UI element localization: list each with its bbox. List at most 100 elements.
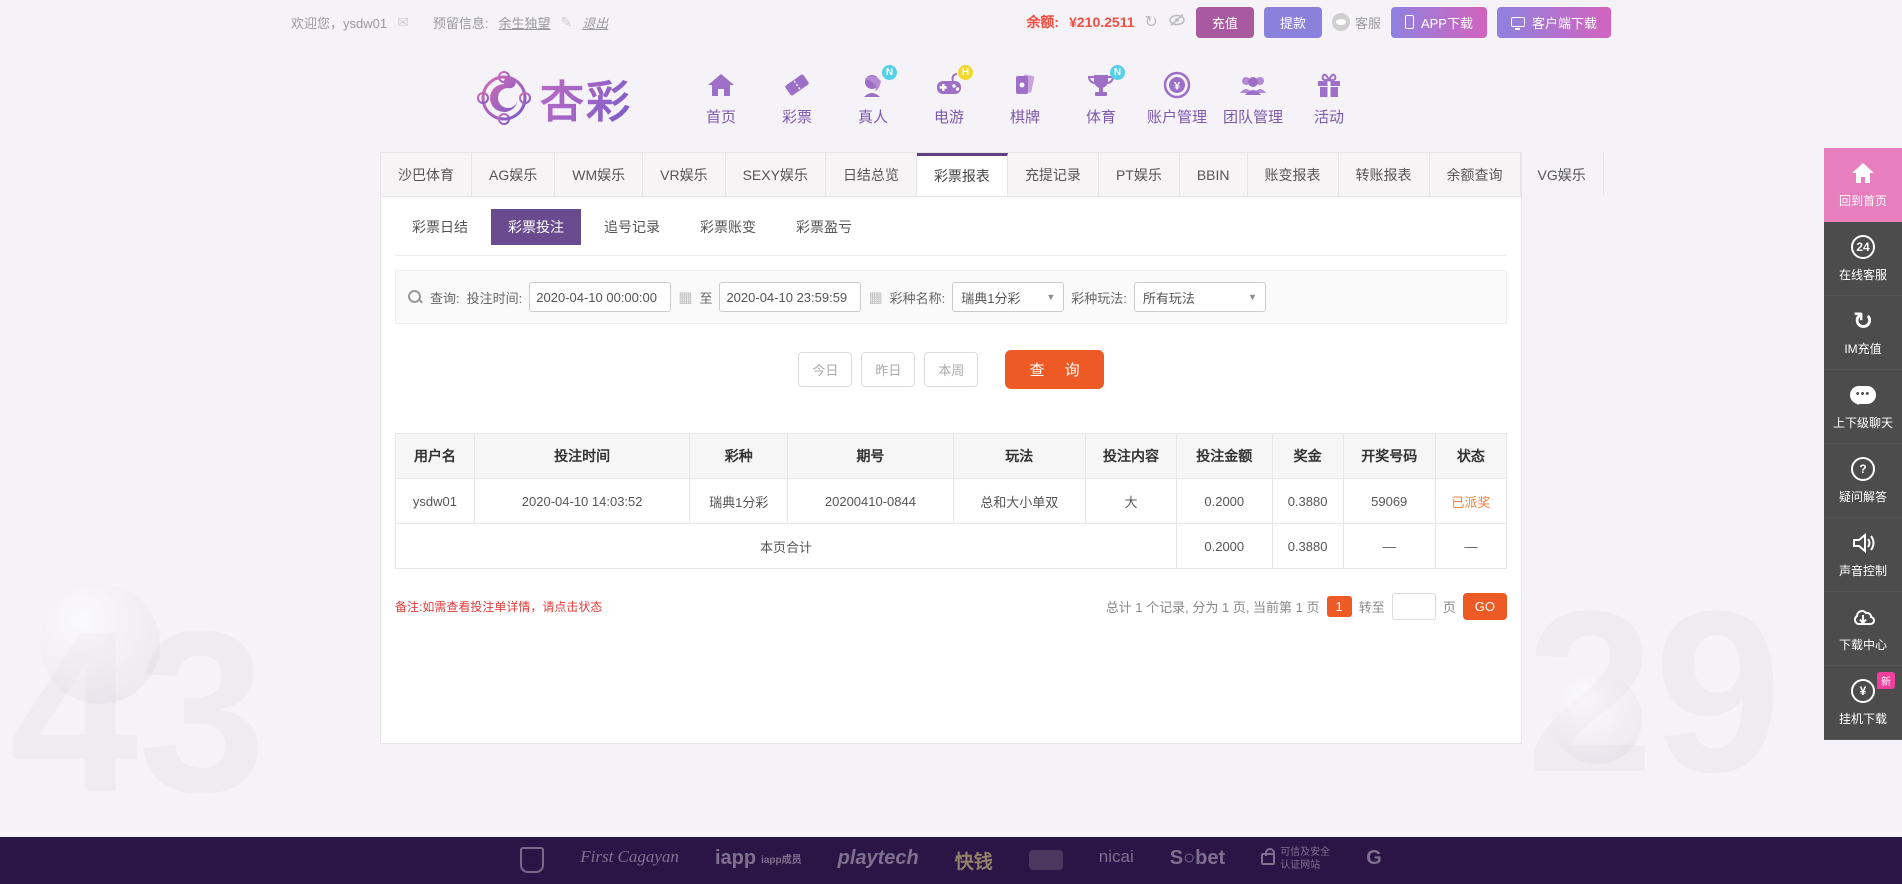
total-bet-amount: 0.2000 xyxy=(1176,523,1273,569)
lottery-select[interactable]: 瑞典1分彩 ▼ xyxy=(952,282,1065,312)
logo-flower-icon xyxy=(477,71,531,125)
tab-vg[interactable]: VG娱乐 xyxy=(1521,153,1604,196)
nav-item-cards[interactable]: 棋牌 xyxy=(994,69,1056,127)
iapp-text: iapp xyxy=(714,847,757,869)
right-sidebar: 回到首页 24 在线客服 ↻ IM充值 ••• 上下级聊天 ? 疑问解答 声音控… xyxy=(1824,148,1902,740)
iapp-member-text: iapp成员 xyxy=(761,855,802,866)
subtab-chase-records[interactable]: 追号记录 xyxy=(587,209,677,245)
gift-icon xyxy=(1313,69,1345,101)
tab-transfer-report[interactable]: 转账报表 xyxy=(1339,153,1430,196)
badge-n: N xyxy=(1110,65,1125,80)
sync-icon: ↻ xyxy=(1852,307,1874,335)
tab-shaba-sports[interactable]: 沙巴体育 xyxy=(381,153,472,196)
go-button[interactable]: GO xyxy=(1462,593,1507,620)
site-logo[interactable]: 杏彩 xyxy=(476,66,632,130)
nav-item-sports[interactable]: N 体育 xyxy=(1070,65,1132,127)
tab-sexy[interactable]: SEXY娱乐 xyxy=(726,153,826,196)
subtab-lottery-account-change[interactable]: 彩票账变 xyxy=(683,209,773,245)
sidebar-item-chat[interactable]: ••• 上下级聊天 xyxy=(1824,370,1902,444)
deposit-button[interactable]: 充值 xyxy=(1195,6,1254,38)
sidebar-item-faq[interactable]: ? 疑问解答 xyxy=(1824,444,1902,518)
cell-prize: 0.3880 xyxy=(1271,478,1344,524)
nav-item-lottery[interactable]: 彩票 xyxy=(766,69,828,127)
cell-bet-time: 2020-04-10 14:03:52 xyxy=(473,478,691,524)
headset-24-icon: 24 xyxy=(1851,234,1875,260)
withdraw-button[interactable]: 提款 xyxy=(1263,6,1322,38)
tab-vr[interactable]: VR娱乐 xyxy=(643,153,726,196)
sidebar-item-afk-download[interactable]: 新 ¥ 挂机下载 xyxy=(1824,666,1902,740)
tab-deposit-withdraw-records[interactable]: 充提记录 xyxy=(1008,153,1099,196)
edit-icon[interactable]: ✎ xyxy=(560,14,572,31)
decor-ball xyxy=(40,584,160,704)
subtab-lottery-bets[interactable]: 彩票投注 xyxy=(491,209,581,245)
cell-bet-amount: 0.2000 xyxy=(1176,478,1273,524)
calendar-icon[interactable]: ▦ xyxy=(678,288,692,306)
team-icon xyxy=(1237,69,1269,101)
reserved-value[interactable]: 余生独望 xyxy=(498,13,550,32)
client-download-button[interactable]: 客户端下载 xyxy=(1496,6,1611,38)
table-header-row: 用户名 投注时间 彩种 期号 玩法 投注内容 投注金额 奖金 开奖号码 状态 xyxy=(395,433,1508,479)
coin-icon: ¥ xyxy=(1161,69,1193,101)
nav-label: 团队管理 xyxy=(1222,109,1283,126)
time-to-input[interactable] xyxy=(719,282,862,312)
col-status: 状态 xyxy=(1434,433,1508,479)
calendar-icon[interactable]: ▦ xyxy=(868,288,882,306)
this-week-button[interactable]: 本周 xyxy=(924,352,979,387)
nav-item-home[interactable]: 首页 xyxy=(690,69,752,127)
today-button[interactable]: 今日 xyxy=(798,352,853,387)
ticket-icon xyxy=(781,69,813,101)
lottery-name-label: 彩种名称: xyxy=(889,290,946,306)
logout-link[interactable]: 退出 xyxy=(582,13,608,32)
cloud-download-icon xyxy=(1850,604,1876,630)
nav-label: 首页 xyxy=(705,109,736,126)
nav-label: 棋牌 xyxy=(1009,109,1040,126)
mail-icon[interactable]: ✉ xyxy=(397,14,409,31)
sidebar-item-online-service[interactable]: 24 在线客服 xyxy=(1824,222,1902,296)
gamepad-icon: H xyxy=(933,65,973,101)
trophy-icon: N xyxy=(1085,65,1125,101)
col-prize: 奖金 xyxy=(1271,433,1344,479)
time-from-input[interactable] xyxy=(529,282,672,312)
tab-balance-query[interactable]: 余额查询 xyxy=(1430,153,1521,196)
tab-lottery-report[interactable]: 彩票报表 xyxy=(916,153,1008,196)
search-button[interactable]: 查 询 xyxy=(1005,350,1104,389)
page-1-button[interactable]: 1 xyxy=(1326,596,1352,617)
secure-line2: 认证网站 xyxy=(1280,859,1321,871)
service-icon xyxy=(1331,13,1350,31)
cell-draw-number: 59069 xyxy=(1342,478,1436,524)
nav-label: 体育 xyxy=(1085,109,1116,126)
subtab-lottery-profit-loss[interactable]: 彩票盈亏 xyxy=(779,209,869,245)
nav-label: 活动 xyxy=(1313,109,1344,126)
tab-ag[interactable]: AG娱乐 xyxy=(472,153,556,196)
play-type-select[interactable]: 所有玩法 ▼ xyxy=(1133,282,1266,312)
subtab-lottery-daily[interactable]: 彩票日结 xyxy=(395,209,485,245)
nav-item-promotions[interactable]: 活动 xyxy=(1298,69,1360,127)
main-nav: 首页 彩票 N 真人 H 电游 棋牌 N 体育 ¥ 账户管理 团队管理 活动 xyxy=(690,65,1360,127)
refresh-balance-icon[interactable]: ↻ xyxy=(1145,12,1158,32)
sidebar-item-back-home[interactable]: 回到首页 xyxy=(1824,148,1902,222)
col-bet-content: 投注内容 xyxy=(1084,433,1178,479)
sidebar-item-sound[interactable]: 声音控制 xyxy=(1824,518,1902,592)
tab-daily-summary[interactable]: 日结总览 xyxy=(826,153,917,196)
search-icon xyxy=(408,289,423,305)
tab-pt[interactable]: PT娱乐 xyxy=(1099,153,1180,196)
app-download-button[interactable]: APP下载 xyxy=(1390,6,1487,38)
hide-balance-icon[interactable] xyxy=(1168,13,1186,32)
live-dealer-icon: N xyxy=(857,65,897,101)
tab-wm[interactable]: WM娱乐 xyxy=(555,153,644,196)
goto-page-input[interactable] xyxy=(1391,593,1436,620)
yesterday-button[interactable]: 昨日 xyxy=(861,352,916,387)
customer-service-link[interactable]: 客服 xyxy=(1331,13,1381,32)
nav-item-egames[interactable]: H 电游 xyxy=(918,65,980,127)
col-username: 用户名 xyxy=(395,433,475,479)
status-link[interactable]: 已派奖 xyxy=(1451,495,1490,510)
nav-item-team[interactable]: 团队管理 xyxy=(1222,69,1284,127)
nav-item-account[interactable]: ¥ 账户管理 xyxy=(1146,69,1208,127)
sidebar-item-download-center[interactable]: 下载中心 xyxy=(1824,592,1902,666)
tab-bbin[interactable]: BBIN xyxy=(1180,153,1248,196)
sidebar-item-im-recharge[interactable]: ↻ IM充值 xyxy=(1824,296,1902,370)
nav-item-live[interactable]: N 真人 xyxy=(842,65,904,127)
pagination: 总计 1 个记录, 分为 1 页, 当前第 1 页 1 转至 页 GO xyxy=(1106,593,1507,620)
tab-account-change-report[interactable]: 账变报表 xyxy=(1248,153,1339,196)
total-label: 本页合计 xyxy=(395,523,1177,569)
